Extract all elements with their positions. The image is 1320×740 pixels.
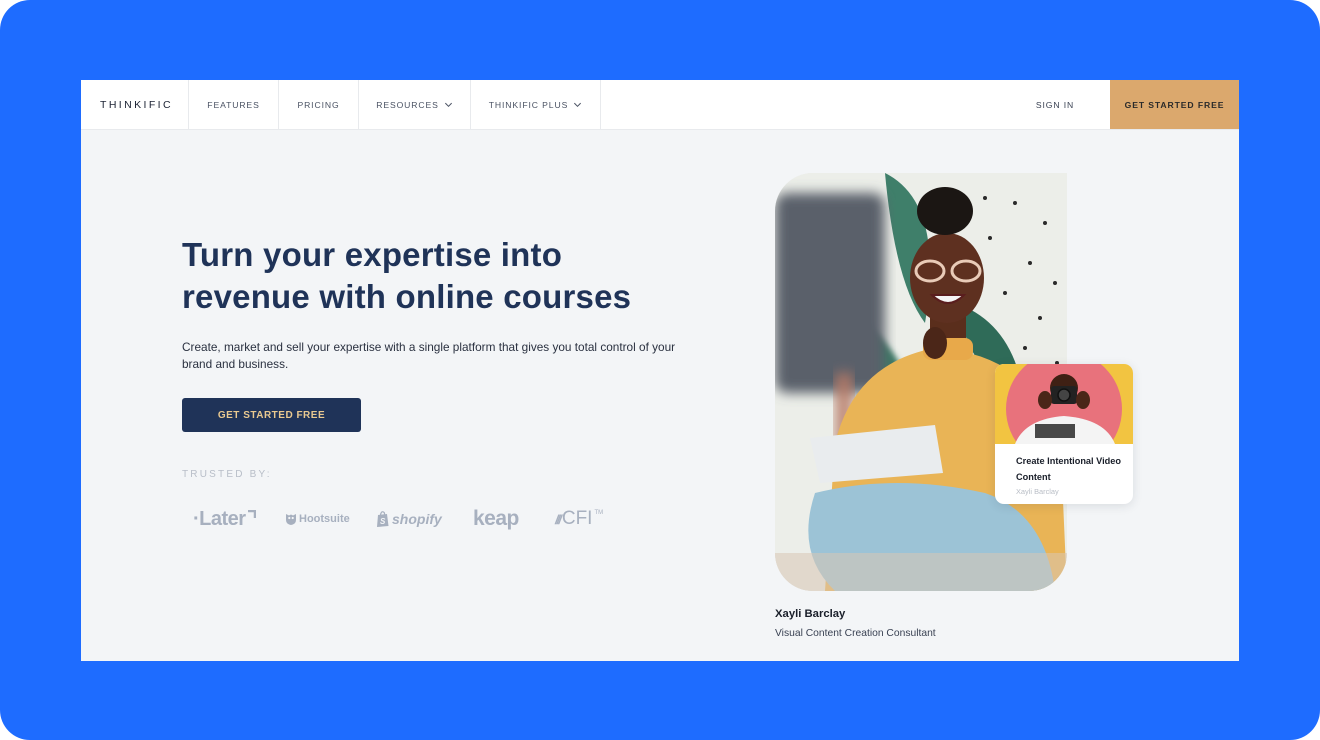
cfi-logo-text: CFI	[561, 508, 593, 529]
trusted-by-label: TRUSTED BY:	[182, 469, 272, 480]
cfi-slashes-icon: ///	[555, 511, 562, 527]
top-navigation: THINKIFIC FEATURES PRICING RESOURCES THI…	[81, 80, 1239, 130]
hootsuite-logo: Hootsuite	[286, 504, 350, 534]
instructor-role: Visual Content Creation Consultant	[775, 628, 936, 639]
hero-get-started-button[interactable]: GET STARTED FREE	[182, 398, 361, 432]
nav-features[interactable]: FEATURES	[189, 80, 279, 129]
background-frame: THINKIFIC FEATURES PRICING RESOURCES THI…	[0, 0, 1320, 740]
nav-thinkific-plus[interactable]: THINKIFIC PLUS	[471, 80, 601, 129]
nav-get-started-button[interactable]: GET STARTED FREE	[1110, 80, 1239, 129]
svg-text:S: S	[380, 517, 386, 526]
course-thumbnail	[995, 364, 1133, 444]
hootsuite-owl-icon	[286, 513, 296, 525]
cfi-logo: /// CFI TM	[555, 504, 603, 534]
nav-resources[interactable]: RESOURCES	[359, 80, 471, 129]
hero-subtext: Create, market and sell your expertise w…	[182, 340, 676, 371]
chevron-down-icon	[574, 102, 582, 108]
shopify-logo-text: shopify	[392, 511, 442, 527]
later-logo-text: ·Later	[193, 507, 246, 530]
course-card[interactable]: Create Intentional Video Content Xayli B…	[995, 364, 1133, 504]
hero-headline: Turn your expertise into revenue with on…	[182, 234, 702, 318]
keap-logo-text: keap	[473, 507, 519, 530]
nav-features-label: FEATURES	[207, 99, 260, 110]
instructor-name: Xayli Barclay	[775, 608, 846, 620]
shopify-logo: S shopify	[376, 504, 442, 534]
shopify-bag-icon: S	[377, 511, 389, 527]
nav-thinkific-plus-label: THINKIFIC PLUS	[488, 99, 569, 110]
headline-line-1: Turn your expertise into	[182, 236, 563, 273]
course-card-title: Create Intentional Video Content	[1016, 456, 1121, 482]
headline-line-2: revenue with online courses	[182, 278, 632, 315]
chevron-down-icon	[444, 102, 452, 108]
hootsuite-logo-text: Hootsuite	[299, 513, 350, 525]
nav-pricing-label: PRICING	[297, 99, 340, 110]
sign-in-link[interactable]: SIGN IN	[1018, 80, 1092, 129]
cfi-trademark: TM	[594, 510, 604, 516]
later-logo: ·Later	[193, 504, 256, 534]
thinkific-logo[interactable]: THINKIFIC	[81, 80, 189, 129]
later-corner-icon	[247, 510, 256, 518]
nav-resources-label: RESOURCES	[376, 99, 439, 110]
webpage: THINKIFIC FEATURES PRICING RESOURCES THI…	[81, 80, 1239, 661]
keap-logo: keap	[473, 504, 519, 534]
nav-pricing[interactable]: PRICING	[279, 80, 359, 129]
course-card-author: Xayli Barclay	[1016, 487, 1059, 496]
